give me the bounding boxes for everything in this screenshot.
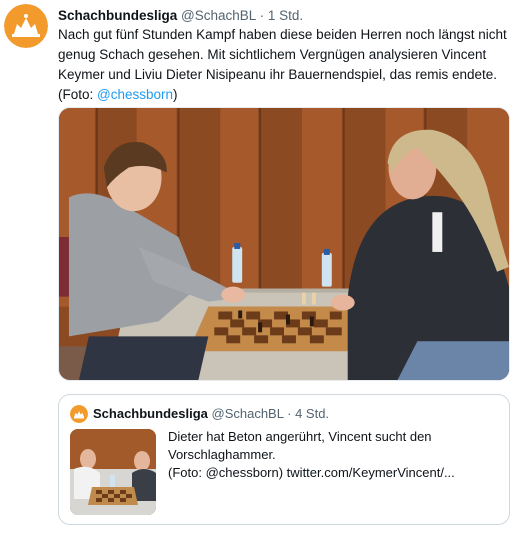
separator-dot: · bbox=[259, 8, 265, 23]
quoted-author-name: Schachbundesliga bbox=[93, 406, 208, 421]
author-avatar[interactable] bbox=[4, 4, 48, 48]
chess-players-photo bbox=[59, 108, 509, 380]
quoted-time: 4 Std. bbox=[295, 406, 330, 421]
schachbundesliga-logo-icon bbox=[70, 405, 88, 423]
quoted-chess-photo bbox=[70, 429, 156, 515]
tweet-photo[interactable] bbox=[58, 107, 510, 381]
quoted-text-line-3: (Foto: @chessborn) twitter.com/KeymerVin… bbox=[168, 465, 455, 480]
author-handle[interactable]: @SchachBL bbox=[181, 8, 256, 23]
tweet[interactable]: Schachbundesliga @SchachBL · 1 Std. Nach… bbox=[0, 0, 517, 536]
quoted-tweet[interactable]: Schachbundesliga @SchachBL · 4 Std. Diet… bbox=[58, 394, 510, 525]
quoted-thumbnail bbox=[70, 429, 156, 515]
quoted-separator-dot: · bbox=[287, 406, 292, 421]
mention-link[interactable]: @chessborn bbox=[97, 87, 173, 102]
tweet-text: Nach gut fünf Stunden Kampf haben diese … bbox=[58, 25, 513, 105]
quoted-author-handle: @SchachBL bbox=[211, 406, 284, 421]
tweet-text-end: ) bbox=[173, 87, 178, 102]
tweet-header: Schachbundesliga @SchachBL · 1 Std. bbox=[58, 7, 303, 25]
author-name[interactable]: Schachbundesliga bbox=[58, 8, 177, 23]
quoted-text-line-1: Dieter hat Beton angerührt, Vincent such… bbox=[168, 429, 432, 444]
quoted-text: Dieter hat Beton angerührt, Vincent such… bbox=[168, 428, 503, 482]
quoted-author-avatar bbox=[70, 405, 88, 423]
schachbundesliga-logo-icon bbox=[4, 4, 48, 48]
quoted-header: Schachbundesliga @SchachBL · 4 Std. bbox=[93, 406, 329, 422]
tweet-time[interactable]: 1 Std. bbox=[268, 8, 303, 23]
quoted-text-line-2: Vorschlaghammer. bbox=[168, 447, 276, 462]
